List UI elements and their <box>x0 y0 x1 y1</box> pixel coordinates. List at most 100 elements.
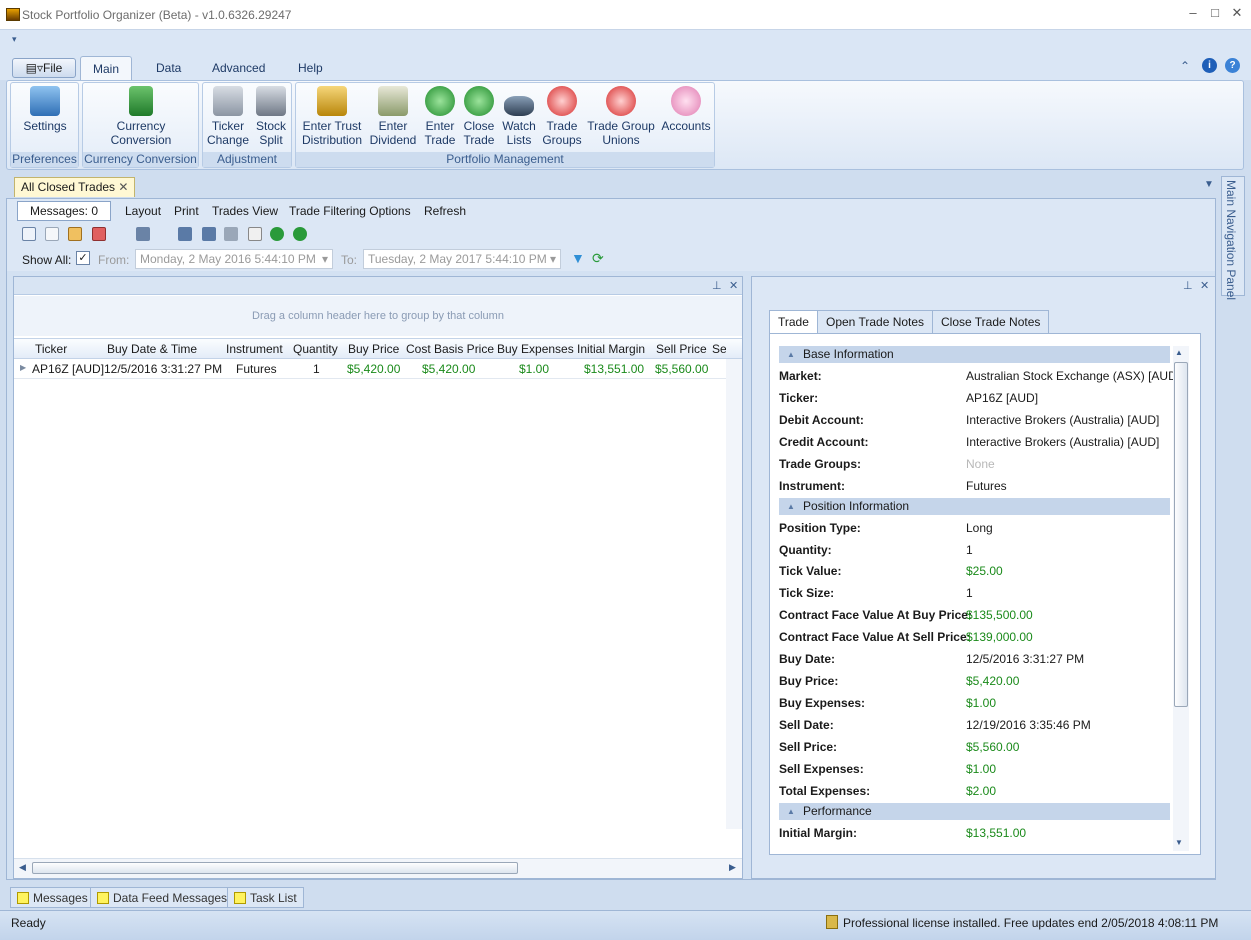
close-icon[interactable]: ✕ <box>1230 6 1244 20</box>
menu-refresh[interactable]: Refresh <box>424 204 466 218</box>
section-performance[interactable]: ▲ Performance <box>779 803 1170 820</box>
tab-trade[interactable]: Trade <box>769 310 818 334</box>
value-buy-price: $5,420.00 <box>966 674 1020 688</box>
collapse-ribbon-icon[interactable]: ⌃ <box>1180 59 1190 73</box>
settings-button[interactable]: Settings <box>18 86 72 133</box>
tab-messages[interactable]: Messages <box>10 887 95 908</box>
collapse-icon[interactable]: ▲ <box>787 498 795 515</box>
value-tick-size: 1 <box>966 586 973 600</box>
close-trade-button[interactable]: Close Trade <box>460 86 498 147</box>
messages-button[interactable]: Messages: 0 <box>17 201 111 221</box>
cell-sell-price: $5,560.00 <box>655 362 709 376</box>
tab-task-list[interactable]: Task List <box>227 887 304 908</box>
currency-conversion-button[interactable]: Currency Conversion <box>104 86 178 147</box>
enter-trust-distribution-button[interactable]: Enter Trust Distribution <box>298 86 366 147</box>
menu-trade-filtering-options[interactable]: Trade Filtering Options <box>289 204 411 218</box>
tab-all-closed-trades[interactable]: All Closed Trades ✕ <box>14 177 136 197</box>
scroll-up-icon[interactable]: ▲ <box>1175 348 1183 357</box>
from-date-picker[interactable]: Monday, 2 May 2016 5:44:10 PM ▾ <box>135 249 333 269</box>
edit-trade-icon[interactable] <box>68 227 82 241</box>
collapse-icon[interactable]: ▲ <box>787 346 795 363</box>
column-header-cost-basis[interactable]: Cost Basis Price <box>406 342 494 356</box>
column-header-sell-price[interactable]: Sell Price <box>656 342 707 356</box>
column-header-buy-date[interactable]: Buy Date & Time <box>107 342 197 356</box>
undo-icon[interactable] <box>224 227 238 241</box>
label-buy-price: Buy Price: <box>779 674 839 688</box>
group-by-area[interactable]: Drag a column header here to group by th… <box>14 296 742 336</box>
settings-icon <box>30 86 60 116</box>
column-header-buy-price[interactable]: Buy Price <box>348 342 399 356</box>
trade-groups-button[interactable]: Trade Groups <box>540 86 584 147</box>
scroll-down-icon[interactable]: ▼ <box>1175 838 1183 847</box>
close-panel-icon[interactable]: ✕ <box>729 279 738 292</box>
section-base-information[interactable]: ▲ Base Information <box>779 346 1170 363</box>
show-all-checkbox[interactable]: ✓ <box>76 251 90 265</box>
column-header-quantity[interactable]: Quantity <box>293 342 338 356</box>
tab-close-trade-notes[interactable]: Close Trade Notes <box>932 310 1050 334</box>
value-face-value-sell: $139,000.00 <box>966 630 1033 644</box>
print-icon[interactable] <box>136 227 150 241</box>
tab-help[interactable]: Help <box>286 56 335 80</box>
main-navigation-panel-label: Main Navigation Panel <box>1224 180 1238 301</box>
column-header-sell[interactable]: Se <box>712 342 726 356</box>
value-buy-expenses: $1.00 <box>966 696 997 710</box>
column-chooser-icon[interactable] <box>45 227 59 241</box>
menu-layout[interactable]: Layout <box>125 204 161 218</box>
info-icon[interactable]: i <box>1202 58 1217 73</box>
tab-data[interactable]: Data <box>144 56 193 80</box>
trash-icon[interactable] <box>178 227 192 241</box>
grid-layout-icon[interactable] <box>22 227 36 241</box>
maximize-icon[interactable]: □ <box>1208 6 1222 20</box>
column-header-ticker[interactable]: Ticker <box>35 342 67 356</box>
trash-all-icon[interactable] <box>202 227 216 241</box>
cell-ticker: AP16Z [AUD] <box>32 362 105 376</box>
watch-lists-button[interactable]: Watch Lists <box>500 86 538 147</box>
enter-trade-button[interactable]: Enter Trade <box>420 86 460 147</box>
to-date-picker[interactable]: Tuesday, 2 May 2017 5:44:10 PM ▾ <box>363 249 561 269</box>
enter-dividend-button[interactable]: Enter Dividend <box>368 86 418 147</box>
pin-icon[interactable]: ⊥ <box>1183 279 1193 292</box>
value-position-type: Long <box>966 521 993 535</box>
group-label: Currency Conversion <box>83 152 198 167</box>
tab-advanced[interactable]: Advanced <box>200 56 277 80</box>
column-header-buy-expenses[interactable]: Buy Expenses <box>497 342 574 356</box>
tab-main[interactable]: Main <box>80 56 133 80</box>
close-panel-icon[interactable]: ✕ <box>1200 279 1209 292</box>
label-face-value-sell: Contract Face Value At Sell Price: <box>779 630 971 644</box>
notes-icon[interactable] <box>248 227 262 241</box>
dropdown-icon[interactable]: ▾ <box>322 250 328 268</box>
open-trade-icon[interactable] <box>270 227 284 241</box>
help-icon[interactable]: ? <box>1225 58 1240 73</box>
minimize-icon[interactable]: – <box>1186 6 1200 20</box>
scroll-thumb[interactable] <box>1174 362 1188 707</box>
tab-list-dropdown-icon[interactable]: ▼ <box>1204 179 1214 190</box>
qat-dropdown-icon[interactable]: ▾ <box>12 34 17 45</box>
scroll-thumb[interactable] <box>32 862 518 874</box>
menu-print[interactable]: Print <box>174 204 199 218</box>
section-position-information[interactable]: ▲ Position Information <box>779 498 1170 515</box>
accounts-button[interactable]: Accounts <box>658 86 714 133</box>
file-button[interactable]: ▤▿File <box>12 58 76 78</box>
tab-data-feed-messages[interactable]: Data Feed Messages <box>90 887 235 908</box>
tab-open-trade-notes[interactable]: Open Trade Notes <box>817 310 934 334</box>
ticker-change-button[interactable]: Ticker Change <box>206 86 250 147</box>
pin-icon[interactable]: ⊥ <box>712 279 722 292</box>
menu-trades-view[interactable]: Trades View <box>212 204 278 218</box>
grid-vertical-scrollbar[interactable] <box>726 359 742 829</box>
ticker-change-icon <box>213 86 243 116</box>
column-header-instrument[interactable]: Instrument <box>226 342 283 356</box>
stock-split-button[interactable]: Stock Split <box>252 86 290 147</box>
dropdown-icon[interactable]: ▾ <box>550 250 556 268</box>
trade-group-unions-button[interactable]: Trade Group Unions <box>586 86 656 147</box>
scroll-right-icon[interactable]: ▶ <box>729 862 736 873</box>
scroll-left-icon[interactable]: ◀ <box>19 862 26 873</box>
row-expand-icon[interactable]: ▶ <box>20 363 26 372</box>
cell-quantity: 1 <box>313 362 320 376</box>
delete-trade-icon[interactable] <box>92 227 106 241</box>
close-trade-small-icon[interactable] <box>293 227 307 241</box>
refresh-icon[interactable]: ⟳ <box>592 250 604 267</box>
filter-icon[interactable]: ▼ <box>571 250 585 266</box>
collapse-icon[interactable]: ▲ <box>787 803 795 820</box>
column-header-initial-margin[interactable]: Initial Margin <box>577 342 645 356</box>
close-tab-icon[interactable]: ✕ <box>118 180 128 194</box>
